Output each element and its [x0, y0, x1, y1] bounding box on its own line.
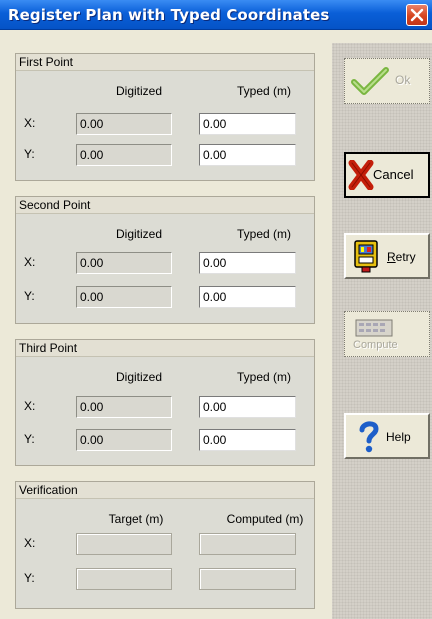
typed-y-input[interactable]: 0.00 [199, 429, 296, 451]
x-icon [348, 160, 374, 190]
third-point-group: Third Point Digitized Typed (m) X: 0.00 … [15, 339, 315, 466]
verification-group: Verification Target (m) Computed (m) X: … [15, 481, 315, 609]
title-bar[interactable]: Register Plan with Typed Coordinates [0, 0, 432, 30]
typed-y-input[interactable]: 0.00 [199, 286, 296, 308]
x-label: X: [24, 399, 36, 413]
digitized-header: Digitized [115, 84, 163, 98]
typed-header: Typed (m) [236, 84, 291, 98]
first-point-group: First Point Digitized Typed (m) X: 0.00 … [15, 53, 315, 181]
digitized-x-field: 0.00 [76, 396, 172, 418]
calculator-icon [355, 319, 393, 337]
digitized-header: Digitized [115, 370, 163, 384]
retry-label: Retry [387, 250, 416, 264]
retry-mnemonic: R [387, 250, 396, 264]
question-icon [359, 421, 379, 453]
group-title: Third Point [16, 340, 314, 357]
retry-rest: etry [395, 250, 416, 264]
y-label: Y: [24, 289, 35, 303]
digitized-x-field: 0.00 [76, 113, 172, 135]
help-label: Help [386, 430, 411, 444]
window-title: Register Plan with Typed Coordinates [8, 6, 330, 24]
compute-button[interactable]: Compute [344, 311, 430, 357]
group-title: Verification [16, 482, 314, 499]
digitized-y-field: 0.00 [76, 429, 172, 451]
digitized-x-field: 0.00 [76, 252, 172, 274]
computed-y-field [199, 568, 296, 590]
digitized-y-field: 0.00 [76, 144, 172, 166]
target-y-field [76, 568, 172, 590]
device-icon [354, 240, 378, 273]
digitized-y-field: 0.00 [76, 286, 172, 308]
y-label: Y: [24, 571, 35, 585]
second-point-group: Second Point Digitized Typed (m) X: 0.00… [15, 196, 315, 324]
ok-label: Ok [395, 73, 411, 87]
typed-header: Typed (m) [236, 370, 291, 384]
y-label: Y: [24, 147, 35, 161]
typed-header: Typed (m) [236, 227, 291, 241]
close-icon [410, 8, 424, 22]
ok-button[interactable]: Ok [344, 58, 430, 104]
retry-button[interactable]: Retry [344, 233, 430, 279]
y-label: Y: [24, 432, 35, 446]
compute-label: Compute [353, 339, 398, 351]
x-label: X: [24, 116, 36, 130]
close-button[interactable] [406, 4, 428, 26]
typed-y-input[interactable]: 0.00 [199, 144, 296, 166]
typed-x-input[interactable]: 0.00 [199, 252, 296, 274]
cancel-label: Cancel [373, 167, 414, 182]
help-button[interactable]: Help [344, 413, 430, 459]
group-title: Second Point [16, 197, 314, 214]
x-label: X: [24, 255, 36, 269]
group-title: First Point [16, 54, 314, 71]
typed-x-input[interactable]: 0.00 [199, 113, 296, 135]
cancel-button[interactable]: Cancel [344, 152, 430, 198]
target-x-field [76, 533, 172, 555]
computed-x-field [199, 533, 296, 555]
x-label: X: [24, 536, 36, 550]
target-header: Target (m) [108, 512, 164, 526]
computed-header: Computed (m) [226, 512, 304, 526]
typed-x-input[interactable]: 0.00 [199, 396, 296, 418]
checkmark-icon [351, 67, 389, 95]
digitized-header: Digitized [115, 227, 163, 241]
